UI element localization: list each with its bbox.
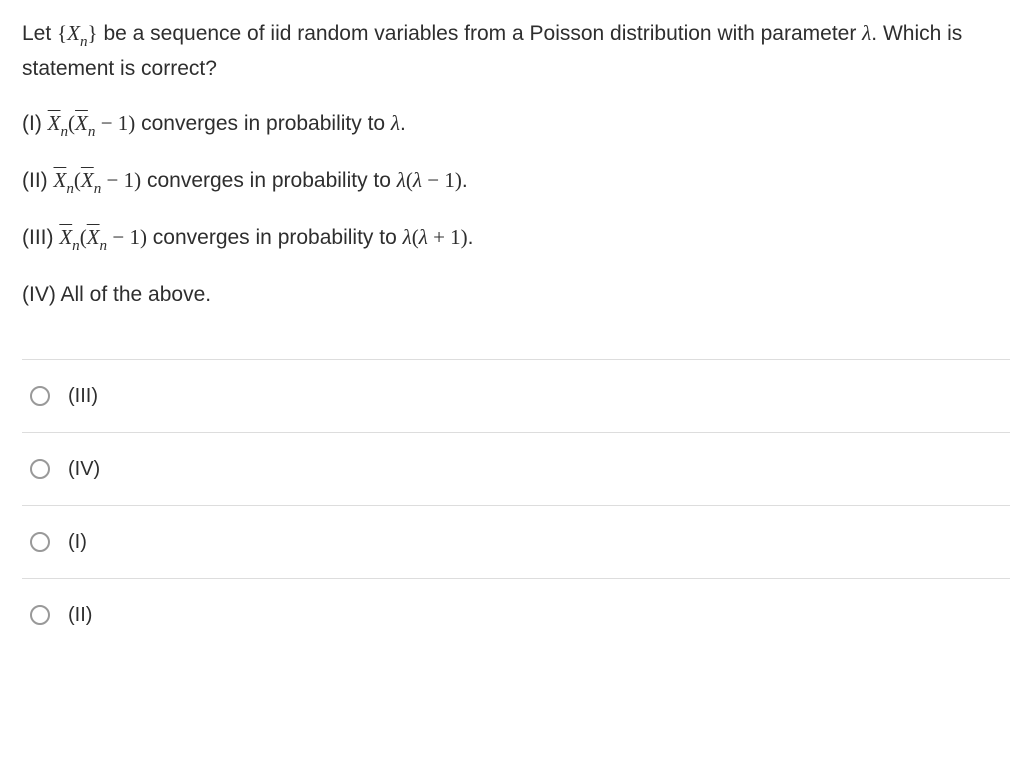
math-lambda-3: λ xyxy=(403,225,412,249)
radio-icon xyxy=(30,459,50,479)
math-lambda-2b: λ xyxy=(413,168,422,192)
math-lambda-3b: λ xyxy=(419,225,428,249)
converges-3: converges in probability to xyxy=(147,226,403,249)
statement-3: (III) Xn(Xn − 1) converges in probabilit… xyxy=(22,222,1010,257)
math-minus-3: − 1) xyxy=(107,225,147,249)
math-lambda-2: λ xyxy=(397,168,406,192)
math-minus-1: − 1) xyxy=(95,111,135,135)
math-paren-3b: ( xyxy=(412,225,419,249)
math-lambda-1: λ xyxy=(391,111,400,135)
math-expr-3a: Xn xyxy=(59,225,79,249)
math-expr-2b: Xn xyxy=(81,168,101,192)
answer-option-3[interactable]: (II) xyxy=(22,578,1010,638)
question-prompt: Let {Xn} be a sequence of iid random var… xyxy=(22,18,1010,84)
answer-label-0: (III) xyxy=(68,381,98,411)
math-lambda: λ xyxy=(862,21,871,45)
math-expr-1b: Xn xyxy=(75,111,95,135)
roman-2: (II) xyxy=(22,169,54,192)
answer-label-3: (II) xyxy=(68,600,92,630)
radio-icon xyxy=(30,386,50,406)
statement-4-text: (IV) All of the above. xyxy=(22,283,211,306)
converges-1: converges in probability to xyxy=(135,112,391,135)
math-minus-2b: − 1) xyxy=(422,168,462,192)
intro-text-2: be a sequence of iid random variables fr… xyxy=(98,22,863,45)
roman-3: (III) xyxy=(22,226,59,249)
statement-2: (II) Xn(Xn − 1) converges in probability… xyxy=(22,165,1010,200)
answer-label-2: (I) xyxy=(68,527,87,557)
end-1: . xyxy=(400,112,406,135)
radio-icon xyxy=(30,532,50,552)
answer-option-2[interactable]: (I) xyxy=(22,505,1010,578)
statement-4: (IV) All of the above. xyxy=(22,279,1010,311)
intro-text-1: Let xyxy=(22,22,57,45)
math-expr-3b: Xn xyxy=(87,225,107,249)
answer-option-0[interactable]: (III) xyxy=(22,359,1010,432)
answer-options: (III) (IV) (I) (II) xyxy=(22,359,1010,638)
math-xn: Xn xyxy=(67,21,87,45)
statement-1: (I) Xn(Xn − 1) converges in probability … xyxy=(22,108,1010,143)
math-set-close: } xyxy=(88,21,98,45)
end-3: . xyxy=(468,226,474,249)
math-set-open: { xyxy=(57,21,67,45)
math-minus-2: − 1) xyxy=(101,168,141,192)
math-plus-3b: + 1) xyxy=(428,225,468,249)
math-paren-3a: ( xyxy=(80,225,87,249)
end-2: . xyxy=(462,169,468,192)
math-paren-1a: ( xyxy=(68,111,75,135)
answer-option-1[interactable]: (IV) xyxy=(22,432,1010,505)
math-expr-2a: Xn xyxy=(54,168,74,192)
converges-2: converges in probability to xyxy=(141,169,397,192)
math-expr-1a: Xn xyxy=(48,111,68,135)
radio-icon xyxy=(30,605,50,625)
answer-label-1: (IV) xyxy=(68,454,100,484)
math-paren-2a: ( xyxy=(74,168,81,192)
math-paren-2b: ( xyxy=(406,168,413,192)
roman-1: (I) xyxy=(22,112,48,135)
